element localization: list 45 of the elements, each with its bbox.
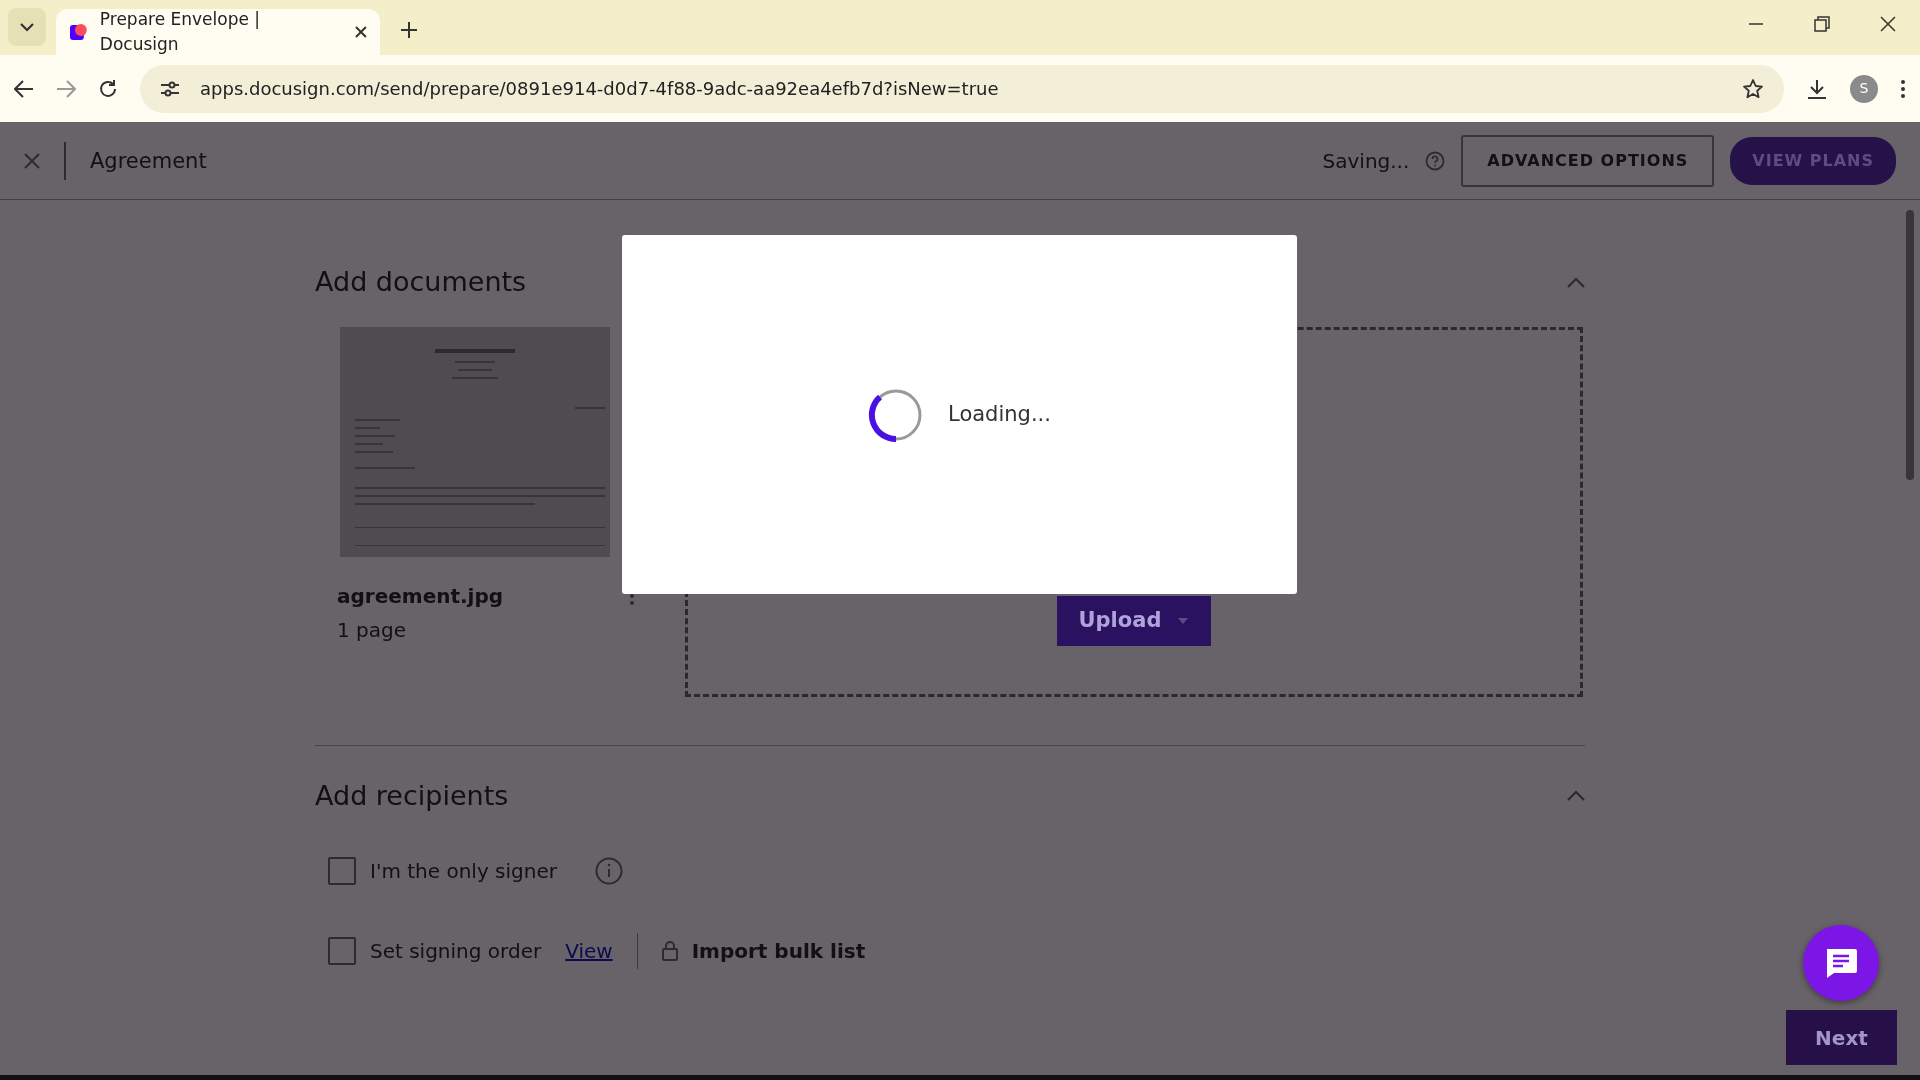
site-logo-icon — [68, 22, 88, 42]
info-icon[interactable] — [594, 857, 623, 885]
loading-text: Loading... — [948, 400, 1051, 428]
lock-icon — [661, 941, 678, 961]
advanced-options-button[interactable]: ADVANCED OPTIONS — [1461, 134, 1715, 187]
chat-button[interactable] — [1803, 925, 1879, 1001]
caret-icon — [1177, 616, 1190, 625]
saving-status: Saving... — [1322, 147, 1410, 175]
close-icon[interactable] — [1880, 16, 1896, 32]
site-settings-icon[interactable] — [160, 79, 180, 98]
view-link[interactable]: View — [565, 936, 613, 966]
checkbox[interactable] — [328, 857, 356, 885]
upload-button[interactable]: Upload — [1056, 596, 1212, 646]
section-title: Add recipients — [315, 778, 509, 813]
new-tab-icon[interactable] — [400, 21, 418, 39]
file-name: agreement.jpg — [337, 582, 504, 610]
section-title: Add documents — [315, 265, 527, 299]
envelope-title: Agreement — [64, 141, 207, 180]
download-icon[interactable] — [1806, 77, 1828, 100]
url-text: apps.docusign.com/send/prepare/0891e914-d0d7-4f88-9adc-aa92ea4efb7d?isNew=true — [200, 77, 1000, 101]
help-icon[interactable] — [1425, 150, 1446, 171]
address-bar[interactable]: apps.docusign.com/send/prepare/0891e914-d0d7-4f88-9adc-aa92ea4efb7d?isNew=true — [140, 64, 1784, 113]
profile-avatar[interactable]: S — [1850, 74, 1878, 103]
forward-arrow-icon[interactable] — [56, 79, 76, 98]
checkbox-label: Set signing order — [370, 938, 542, 965]
import-bulk-list[interactable]: Import bulk list — [691, 936, 866, 966]
reload-icon[interactable] — [98, 78, 118, 99]
view-plans-button[interactable]: VIEW PLANS — [1730, 136, 1896, 185]
back-arrow-icon[interactable] — [14, 79, 34, 98]
next-button[interactable]: Next — [1786, 1010, 1897, 1065]
close-icon[interactable] — [354, 25, 368, 39]
restore-icon[interactable] — [1814, 16, 1830, 32]
checkbox-label: I'm the only signer — [370, 858, 557, 885]
chevron-icon[interactable] — [1567, 790, 1585, 802]
scrollbar-thumb[interactable] — [1906, 210, 1914, 480]
chat-icon — [1824, 947, 1858, 979]
tab-list-button[interactable] — [8, 8, 46, 46]
page-count: 1 page — [336, 616, 408, 644]
tab-title: Prepare Envelope | Docusign — [99, 7, 262, 56]
browser-tab[interactable]: Prepare Envelope | Docusign — [56, 9, 380, 55]
chevron-down-icon — [20, 22, 34, 32]
more-options-icon[interactable] — [1900, 78, 1906, 99]
star-icon[interactable] — [1742, 77, 1764, 100]
chevron-icon[interactable] — [1567, 276, 1585, 288]
checkbox[interactable] — [328, 937, 356, 965]
